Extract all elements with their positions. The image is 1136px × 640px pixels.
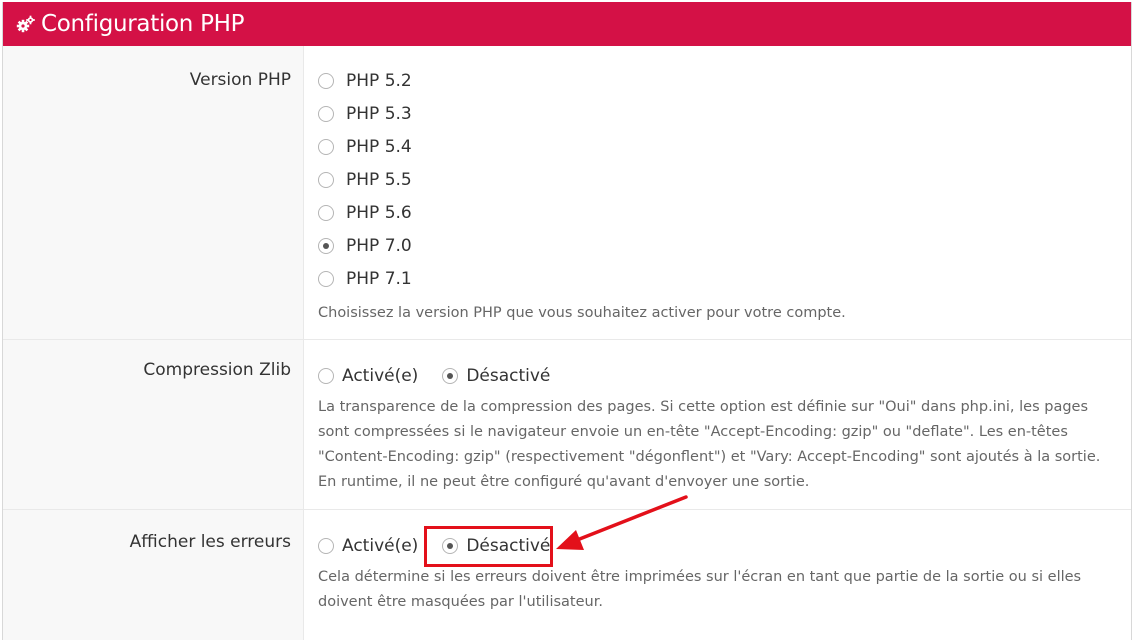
php-version-option-52[interactable]: PHP 5.2 — [318, 64, 1131, 97]
display-errors-option-on[interactable]: Activé(e) — [318, 536, 418, 556]
php-version-option-label: PHP 7.1 — [346, 268, 412, 289]
php-version-option-label: PHP 5.6 — [346, 202, 412, 223]
gears-icon — [16, 15, 35, 33]
zlib-options: Activé(e) Désactivé La transparence de l… — [303, 340, 1131, 509]
php-version-options: PHP 5.2 PHP 5.3 PHP 5.4 PHP 5.5 PHP 5.6 … — [303, 46, 1131, 339]
php-version-option-label: PHP 5.4 — [346, 136, 412, 157]
php-version-help: Choisissez la version PHP que vous souha… — [318, 305, 846, 321]
display-errors-option-off-label: Désactivé — [466, 536, 551, 556]
php-version-option-label: PHP 7.0 — [346, 235, 412, 256]
php-config-panel: Configuration PHP Version PHP PHP 5.2 PH… — [2, 2, 1132, 640]
zlib-row: Compression Zlib Activé(e) Désactivé La … — [3, 340, 1131, 510]
php-version-row: Version PHP PHP 5.2 PHP 5.3 PHP 5.4 PHP … — [3, 46, 1131, 340]
zlib-option-off-label: Désactivé — [466, 366, 551, 386]
php-version-option-71[interactable]: PHP 7.1 — [318, 262, 1131, 295]
radio-php-54[interactable] — [318, 138, 334, 155]
display-errors-row: Afficher les erreurs Activé(e) Désactivé… — [3, 510, 1131, 640]
panel-title: Configuration PHP — [41, 11, 245, 37]
display-errors-help: Cela détermine si les erreurs doivent êt… — [318, 569, 1082, 610]
zlib-option-on-label: Activé(e) — [342, 366, 419, 386]
display-errors-option-on-label: Activé(e) — [342, 536, 419, 556]
php-version-option-label: PHP 5.3 — [346, 103, 412, 124]
radio-php-55[interactable] — [318, 171, 334, 188]
radio-display-errors-off[interactable] — [442, 538, 459, 554]
zlib-help: La transparence de la compression des pa… — [318, 399, 1101, 490]
php-version-label: Version PHP — [189, 70, 291, 90]
radio-zlib-on[interactable] — [318, 368, 334, 384]
radio-php-56[interactable] — [318, 204, 334, 221]
php-version-option-label: PHP 5.5 — [346, 169, 412, 190]
php-version-option-54[interactable]: PHP 5.4 — [318, 130, 1131, 163]
display-errors-label: Afficher les erreurs — [129, 532, 291, 552]
radio-php-70[interactable] — [318, 237, 334, 254]
zlib-label: Compression Zlib — [143, 360, 291, 380]
radio-php-71[interactable] — [318, 270, 334, 287]
php-version-option-55[interactable]: PHP 5.5 — [318, 163, 1131, 196]
panel-header: Configuration PHP — [3, 2, 1131, 46]
display-errors-options: Activé(e) Désactivé Cela détermine si le… — [303, 510, 1131, 640]
php-version-option-56[interactable]: PHP 5.6 — [318, 196, 1131, 229]
php-version-option-label: PHP 5.2 — [346, 70, 412, 91]
radio-php-52[interactable] — [318, 72, 334, 89]
display-errors-option-off[interactable]: Désactivé — [442, 536, 550, 556]
php-version-option-70[interactable]: PHP 7.0 — [318, 229, 1131, 262]
radio-zlib-off[interactable] — [442, 368, 459, 384]
radio-display-errors-on[interactable] — [318, 538, 334, 554]
zlib-option-on[interactable]: Activé(e) — [318, 366, 418, 386]
php-version-option-53[interactable]: PHP 5.3 — [318, 97, 1131, 130]
zlib-option-off[interactable]: Désactivé — [442, 366, 550, 386]
radio-php-53[interactable] — [318, 105, 334, 122]
